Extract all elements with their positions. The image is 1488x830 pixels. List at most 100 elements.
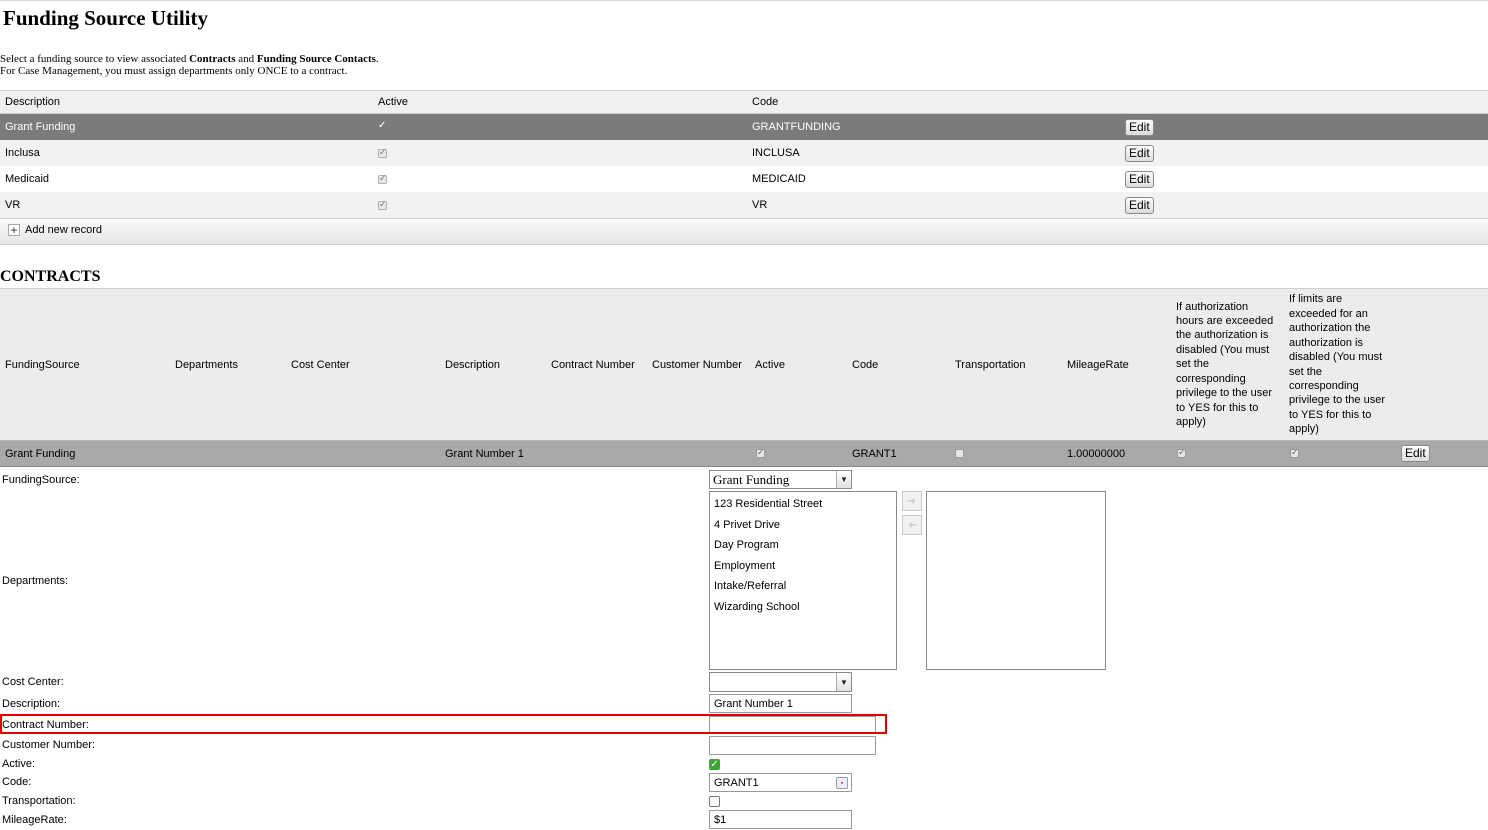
header-funding-source[interactable]: FundingSource (5, 289, 80, 440)
add-new-record-label: Add new record (25, 224, 103, 236)
funding-edit-cell: Edit (1125, 114, 1154, 140)
plus-icon: + (8, 224, 20, 236)
edit-button[interactable]: Edit (1125, 118, 1154, 136)
active-checkbox (756, 447, 765, 458)
funding-grid-header: Description Active Code (0, 90, 1488, 114)
header-departments[interactable]: Departments (175, 289, 238, 440)
intro-text-part: Select a funding source to view associat… (0, 53, 190, 65)
contract-number-highlight (0, 714, 887, 734)
transportation-checkbox[interactable] (709, 796, 720, 807)
funding-description: Grant Funding (5, 121, 76, 133)
contact-card-icon[interactable]: ▪ (836, 777, 848, 789)
funding-code: INCLUSA (752, 147, 800, 159)
transportation-checkbox (955, 449, 964, 458)
label-transportation: Transportation: (2, 795, 76, 807)
departments-selected-list[interactable] (926, 491, 1106, 670)
contracts-grid-header: FundingSource Departments Cost Center De… (0, 288, 1488, 441)
header-transportation[interactable]: Transportation (955, 289, 1026, 440)
list-item[interactable]: Day Program (710, 535, 896, 556)
intro-line-2: For Case Management, you must assign dep… (0, 65, 348, 77)
contract-row[interactable]: Grant Funding Grant Number 1 GRANT1 1.00… (0, 441, 1488, 467)
description-input[interactable]: Grant Number 1 (709, 694, 852, 713)
contract-mileage-rate: 1.00000000 (1067, 447, 1126, 460)
list-item[interactable]: Intake/Referral (710, 576, 896, 597)
intro-text: Select a funding source to view associat… (0, 53, 379, 77)
header-code[interactable]: Code (852, 289, 878, 440)
header-description[interactable]: Description (5, 91, 60, 113)
edit-button[interactable]: Edit (1125, 170, 1154, 188)
contract-auth-hours (1177, 441, 1186, 466)
header-cost-center[interactable]: Cost Center (291, 289, 350, 440)
label-funding-source: FundingSource: (2, 474, 80, 486)
label-departments: Departments: (2, 575, 69, 587)
funding-active (378, 140, 387, 166)
header-code[interactable]: Code (752, 91, 778, 113)
header-auth-hours-exceeded[interactable]: If authorization hours are exceeded the … (1176, 289, 1278, 440)
label-customer-number: Customer Number: (2, 739, 95, 751)
list-item[interactable]: 4 Privet Drive (710, 515, 896, 536)
funding-active (378, 166, 387, 192)
contracts-title: CONTRACTS (0, 268, 101, 285)
departments-available-list[interactable]: 123 Residential Street 4 Privet Drive Da… (709, 491, 897, 670)
page-title: Funding Source Utility (3, 6, 208, 30)
list-item[interactable]: Employment (710, 556, 896, 577)
funding-source-grid: Description Active Code Grant Funding GR… (0, 90, 1488, 245)
contract-description: Grant Number 1 (445, 447, 524, 460)
header-description[interactable]: Description (445, 289, 500, 440)
funding-description: VR (5, 199, 21, 211)
edit-button[interactable]: Edit (1125, 196, 1154, 214)
intro-text-part: and (235, 53, 257, 65)
funding-source-selected: Grant Funding (713, 471, 790, 487)
limits-checkbox (1290, 447, 1299, 458)
funding-row[interactable]: Inclusa INCLUSA Edit (0, 140, 1488, 166)
list-item[interactable]: 123 Residential Street (710, 494, 896, 515)
label-description: Description: (2, 698, 61, 710)
label-cost-center: Cost Center: (2, 676, 64, 688)
edit-button[interactable]: Edit (1125, 144, 1154, 162)
funding-row[interactable]: VR VR Edit (0, 192, 1488, 218)
mileage-rate-input[interactable]: $1 (709, 810, 852, 829)
code-input[interactable]: GRANT1 ▪ (709, 773, 852, 792)
active-checkbox (378, 199, 387, 210)
active-checkbox (378, 173, 387, 184)
funding-code: GRANTFUNDING (752, 121, 841, 133)
top-border (0, 0, 1488, 1)
list-item[interactable]: Wizarding School (710, 597, 896, 618)
cost-center-select[interactable]: ▼ (709, 672, 852, 692)
funding-row[interactable]: Medicaid MEDICAID Edit (0, 166, 1488, 192)
contract-funding-source: Grant Funding (5, 447, 76, 460)
arrow-left-icon: ➜ (907, 519, 917, 531)
intro-contacts-bold: Funding Source Contacts (256, 53, 376, 65)
contract-code: GRANT1 (852, 447, 897, 460)
header-active[interactable]: Active (755, 289, 785, 440)
add-new-record-button[interactable]: + Add new record (8, 224, 102, 236)
header-active[interactable]: Active (378, 91, 408, 113)
funding-edit-cell: Edit (1125, 192, 1154, 218)
active-checkbox[interactable]: ✓ (709, 759, 720, 770)
active-checkbox (378, 120, 387, 132)
contracts-grid: FundingSource Departments Cost Center De… (0, 288, 1488, 467)
customer-number-input[interactable] (709, 736, 876, 755)
funding-active (378, 192, 387, 218)
edit-button[interactable]: Edit (1401, 445, 1430, 462)
header-contract-number[interactable]: Contract Number (551, 289, 635, 440)
chevron-down-icon[interactable]: ▼ (836, 673, 851, 691)
funding-code: MEDICAID (752, 173, 806, 185)
funding-edit-cell: Edit (1125, 140, 1154, 166)
funding-edit-cell: Edit (1125, 166, 1154, 192)
funding-source-select[interactable]: Grant Funding ▼ (709, 470, 852, 489)
header-customer-number[interactable]: Customer Number (652, 289, 742, 440)
move-right-button[interactable]: ➜ (902, 491, 922, 511)
funding-description: Inclusa (5, 147, 40, 159)
intro-contracts-bold: Contracts (189, 53, 236, 65)
funding-active (378, 114, 387, 140)
intro-text-part: . (375, 53, 379, 65)
move-left-button[interactable]: ➜ (902, 515, 922, 535)
funding-row[interactable]: Grant Funding GRANTFUNDING Edit (0, 114, 1488, 140)
label-mileage-rate: MileageRate: (2, 814, 67, 826)
header-limits-exceeded[interactable]: If limits are exceeded for an authorizat… (1289, 289, 1389, 440)
header-mileage-rate[interactable]: MileageRate (1067, 289, 1129, 440)
auth-hours-checkbox (1177, 447, 1186, 458)
active-checkbox (378, 147, 387, 158)
chevron-down-icon[interactable]: ▼ (836, 471, 851, 488)
